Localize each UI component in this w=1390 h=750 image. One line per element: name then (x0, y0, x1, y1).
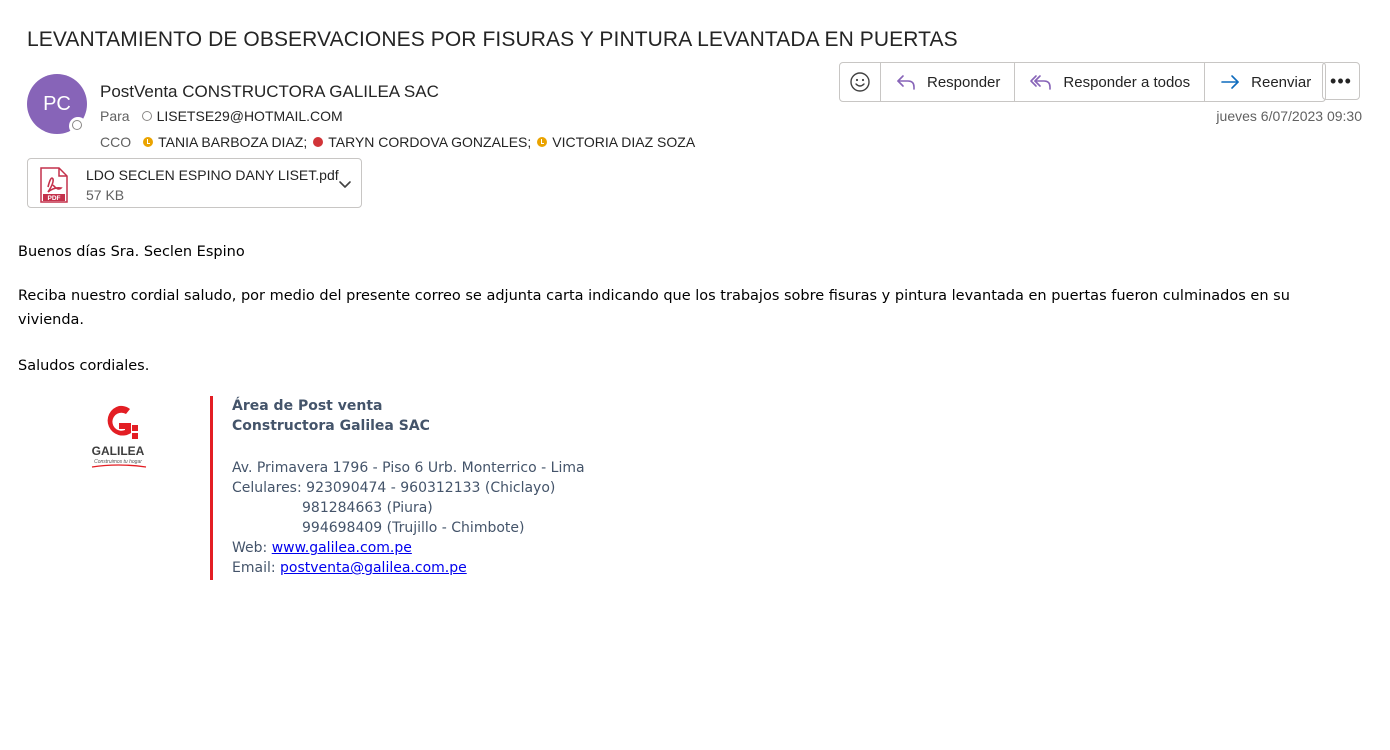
signature-department: Área de Post venta (232, 398, 383, 414)
away-status-icon (143, 137, 154, 147)
email-subject: LEVANTAMIENTO DE OBSERVACIONES POR FISUR… (27, 28, 958, 51)
phone-number: 923090474 - 960312133 (Chiclayo) (306, 480, 556, 496)
cco-label: CCO (100, 134, 132, 150)
recipient-to[interactable]: LISETSE29@HOTMAIL.COM (141, 108, 343, 124)
pdf-icon: PDF (40, 167, 68, 203)
logo-tagline: Construimos tu hogar (94, 459, 142, 465)
body-paragraph: Reciba nuestro cordial saludo, por medio… (18, 288, 1290, 328)
reaction-button[interactable] (840, 63, 881, 101)
reply-button[interactable]: Responder (881, 63, 1016, 101)
more-actions-button[interactable]: ••• (1322, 62, 1360, 100)
reply-all-label: Responder a todos (1063, 73, 1191, 91)
recipient-name: VICTORIA DIAZ SOZA (552, 134, 696, 150)
signature-divider (210, 396, 213, 580)
forward-button[interactable]: Reenviar (1205, 63, 1325, 101)
recipient-name: TANIA BARBOZA DIAZ; (158, 134, 308, 150)
email-signature: Área de Post venta Constructora Galilea … (232, 396, 585, 578)
to-recipients-row: Para LISETSE29@HOTMAIL.COM (100, 108, 343, 124)
busy-status-icon (313, 137, 324, 147)
attachment-name: LDO SECLEN ESPINO DANY LISET.pdf (86, 167, 339, 183)
web-label: Web: (232, 540, 268, 556)
greeting: Buenos días Sra. Seclen Espino (18, 244, 245, 260)
email-label: Email: (232, 560, 276, 576)
website-link[interactable]: www.galilea.com.pe (272, 540, 412, 556)
signature-company: Constructora Galilea SAC (232, 418, 430, 434)
sender-name[interactable]: PostVenta CONSTRUCTORA GALILEA SAC (100, 82, 439, 102)
presence-status-icon (69, 117, 87, 135)
more-icon: ••• (1330, 70, 1352, 91)
attachment-size: 57 KB (86, 187, 125, 203)
reply-icon (897, 75, 915, 90)
recipient-name: TARYN CORDOVA GONZALES; (328, 134, 532, 150)
offline-status-icon (141, 111, 152, 121)
email-link[interactable]: postventa@galilea.com.pe (280, 560, 467, 576)
reply-all-icon (1030, 75, 1052, 90)
recipient-cco[interactable]: TANIA BARBOZA DIAZ; (143, 134, 307, 150)
galilea-logo: GALILEA Construimos tu hogar (92, 405, 147, 468)
reply-label: Responder (927, 73, 1001, 91)
emoji-icon (850, 72, 870, 92)
phone-number: 994698409 (Trujillo - Chimbote) (302, 520, 525, 536)
to-label: Para (100, 108, 130, 124)
recipient-cco[interactable]: VICTORIA DIAZ SOZA (537, 134, 695, 150)
attachment-card[interactable]: PDF LDO SECLEN ESPINO DANY LISET.pdf 57 … (27, 158, 362, 208)
closing: Saludos cordiales. (18, 358, 150, 374)
phones-label: Celulares: (232, 480, 302, 496)
reply-all-button[interactable]: Responder a todos (1015, 63, 1206, 101)
forward-label: Reenviar (1251, 73, 1312, 91)
phone-number: 981284663 (Piura) (302, 500, 433, 516)
logo-text: GALILEA (92, 444, 145, 458)
recipient-cco[interactable]: TARYN CORDOVA GONZALES; (313, 134, 531, 150)
received-date: jueves 6/07/2023 09:30 (1216, 108, 1362, 124)
signature-address: Av. Primavera 1796 - Piso 6 Urb. Monterr… (232, 460, 585, 476)
recipient-name: LISETSE29@HOTMAIL.COM (156, 108, 343, 124)
message-actions-toolbar: Responder Responder a todos Reenviar (839, 62, 1327, 102)
chevron-down-icon[interactable] (337, 176, 353, 192)
cco-recipients-row: CCO TANIA BARBOZA DIAZ; TARYN CORDOVA GO… (100, 134, 695, 150)
forward-icon (1221, 75, 1239, 89)
away-status-icon (537, 137, 548, 147)
avatar-initials: PC (43, 92, 71, 115)
svg-text:PDF: PDF (48, 195, 61, 202)
